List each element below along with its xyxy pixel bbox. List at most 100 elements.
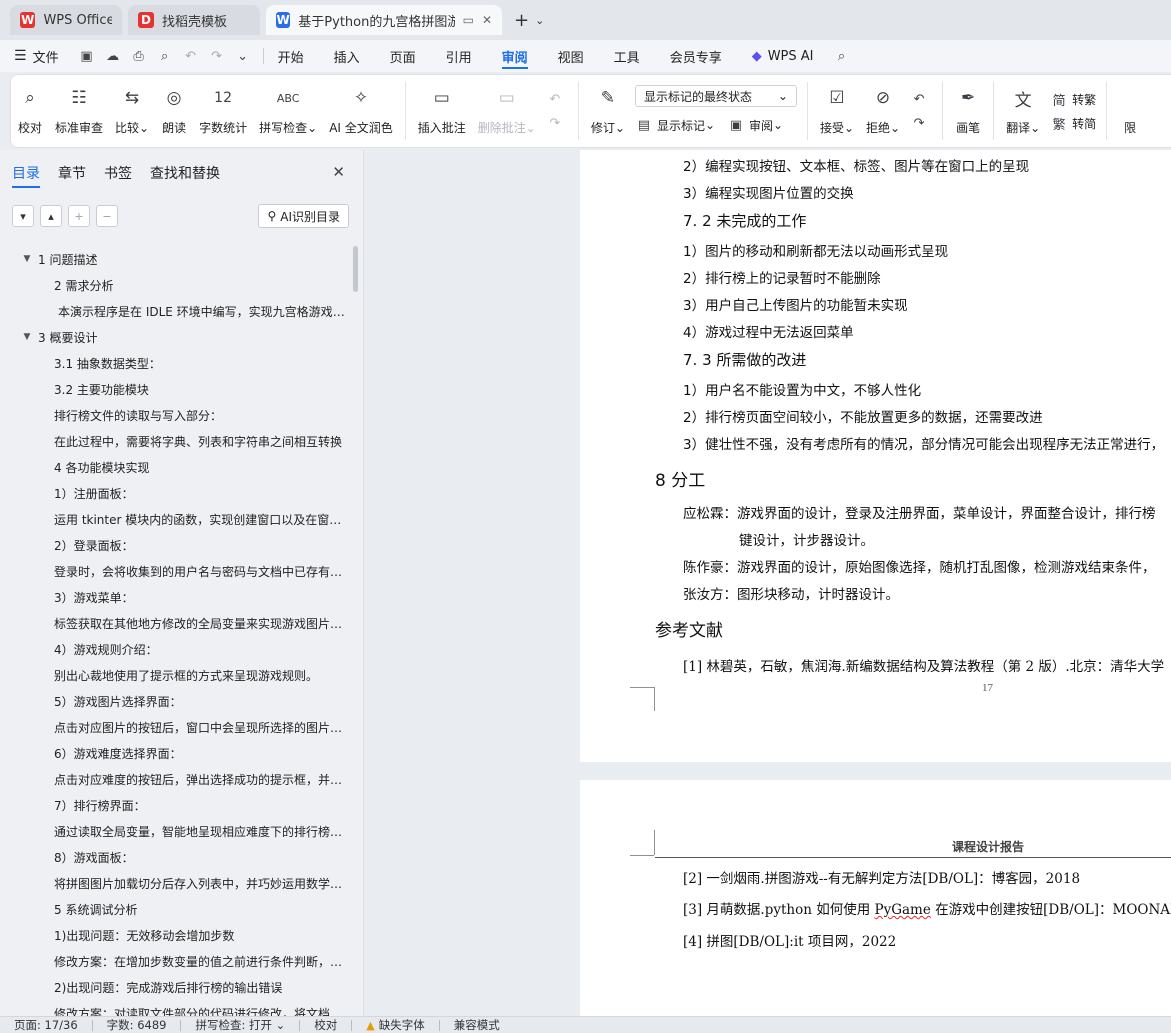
show-markup-button[interactable]: ▤ 显示标记 ⌄ <box>635 113 715 137</box>
toc-item[interactable]: 3.2 主要功能模块 <box>0 376 352 402</box>
tab-toc[interactable]: 目录 <box>12 150 40 196</box>
caret-down-icon[interactable]: ▼ <box>20 332 34 342</box>
close-icon[interactable]: ✕ <box>332 163 345 181</box>
toc-item[interactable]: 4 各功能模块实现 <box>0 454 352 480</box>
restrict-button[interactable]: 限 <box>1113 79 1149 143</box>
read-aloud-button[interactable]: ◎ 朗读 <box>155 79 193 143</box>
toc-item[interactable]: ▼ 3 概要设计 <box>0 324 352 350</box>
menu-view[interactable]: 视图 <box>558 40 584 72</box>
previous-revision-icon[interactable]: ↶ <box>910 87 932 111</box>
toc-item[interactable]: 通过读取全局变量，智能地呈现相应难度下的排行榜信息 <box>0 818 352 844</box>
toc-item[interactable]: 5）游戏图片选择界面： <box>0 688 352 714</box>
document-page[interactable]: 2）编程实现按钮、文本框、标签、图片等在窗口上的呈现 3）编程实现图片位置的交换… <box>580 150 1171 762</box>
search-icon[interactable]: ⌕ <box>832 46 852 66</box>
insert-comment-button[interactable]: ▭ 插入批注 <box>412 79 472 143</box>
scrollbar-thumb[interactable] <box>353 246 358 292</box>
toc-item[interactable]: 3）游戏菜单： <box>0 584 352 610</box>
menu-review[interactable]: 审阅 <box>501 40 528 72</box>
close-tab-icon[interactable]: ✕ <box>482 13 492 27</box>
toc-item[interactable]: 在此过程中，需要将字典、列表和字符串之间相互转换 <box>0 428 352 454</box>
remove-icon[interactable]: − <box>96 205 118 227</box>
word-count-button[interactable]: 12 字数统计 <box>193 79 253 143</box>
toc-item[interactable]: 登录时，会将收集到的用户名与密码与文档中已存有的信息比对 <box>0 558 352 584</box>
menu-member[interactable]: 会员专享 <box>670 40 722 72</box>
new-tab-icon[interactable]: + <box>514 10 529 31</box>
menu-page[interactable]: 页面 <box>390 40 416 72</box>
caret-down-icon[interactable]: ▼ <box>20 254 34 264</box>
cloud-icon[interactable]: ☁ <box>103 46 123 66</box>
print-preview-icon[interactable]: ⌕ <box>155 46 175 66</box>
toc-item[interactable]: 修改方案：在增加步数变量的值之前进行条件判断，避免无效移动 <box>0 948 352 974</box>
toc-item[interactable]: 2)出现问题：完成游戏后排行榜的输出错误 <box>0 974 352 1000</box>
toc-scrollbar[interactable] <box>353 246 359 1016</box>
toc-item[interactable]: 6）游戏难度选择界面： <box>0 740 352 766</box>
review-pane-button[interactable]: ▣ 审阅 ⌄ <box>727 113 783 137</box>
toc-item[interactable]: 1）注册面板： <box>0 480 352 506</box>
next-comment-icon[interactable]: ↷ <box>546 111 568 135</box>
proof-indicator[interactable]: 校对 <box>314 1017 337 1033</box>
tab-chapters[interactable]: 章节 <box>58 150 86 196</box>
toc-item[interactable]: 8）游戏面板： <box>0 844 352 870</box>
markup-state-select[interactable]: 显示标记的最终状态 ⌄ <box>634 85 797 107</box>
tab-wps-office[interactable]: W WPS Office <box>10 5 122 35</box>
toc-item[interactable]: 1)出现问题：无效移动会增加步数 <box>0 922 352 948</box>
chevron-down-icon[interactable]: ⌄ <box>535 14 544 27</box>
chevron-down-icon[interactable]: ⌄ <box>233 46 253 66</box>
toc-item[interactable]: ▼ 1 问题描述 <box>0 246 352 272</box>
standard-review-button[interactable]: ☷ 标准审查 <box>49 79 109 143</box>
ai-toc-button[interactable]: ⚲ AI识别目录 <box>258 204 349 228</box>
toc-item[interactable]: 2 需求分析 <box>0 272 352 298</box>
to-traditional-button[interactable]: 简 转繁 <box>1050 87 1097 111</box>
next-revision-icon[interactable]: ↷ <box>910 111 932 135</box>
toc-item[interactable]: 3.1 抽象数据类型： <box>0 350 352 376</box>
toc-item[interactable]: 点击对应难度的按钮后，弹出选择成功的提示框，并设置难度 <box>0 766 352 792</box>
undo-icon[interactable]: ↶ <box>181 46 201 66</box>
delete-comment-button[interactable]: ▭ 删除批注⌄ <box>472 79 542 143</box>
chevron-up-icon[interactable]: ▴ <box>40 205 62 227</box>
menu-insert[interactable]: 插入 <box>334 40 360 72</box>
chevron-down-icon[interactable]: ▾ <box>12 205 34 227</box>
toc-item[interactable]: 点击对应图片的按钮后，窗口中会呈现所选择的图片样式 <box>0 714 352 740</box>
toc-item[interactable]: 7）排行榜界面： <box>0 792 352 818</box>
spell-check-button[interactable]: ABC 拼写检查⌄ <box>253 79 323 143</box>
menu-tools[interactable]: 工具 <box>614 40 640 72</box>
monitor-icon[interactable]: ▭ <box>463 13 474 27</box>
file-menu[interactable]: ☰ 文件 <box>14 47 59 66</box>
toc-item[interactable]: 将拼图图片加载切分后存入列表中，并巧妙运用数学方法打乱 <box>0 870 352 896</box>
toc-item[interactable]: 运用 tkinter 模块内的函数，实现创建窗口以及在窗口上布局 <box>0 506 352 532</box>
toc-item[interactable]: 2）登录面板： <box>0 532 352 558</box>
accept-button[interactable]: ☑ 接受⌄ <box>814 79 860 143</box>
proofread-button[interactable]: ⌕ 校对 <box>11 79 49 143</box>
add-icon[interactable]: + <box>68 205 90 227</box>
pen-button[interactable]: ✒ 画笔 <box>949 79 987 143</box>
toc-item[interactable]: 本演示程序是在 IDLE 环境中编写，实现九宫格游戏的基本功能 <box>0 298 352 324</box>
spell-check-indicator[interactable]: 拼写检查: 打开 ⌄ <box>195 1017 285 1033</box>
menu-start[interactable]: 开始 <box>278 40 304 72</box>
revise-button[interactable]: ✎ 修订⌄ <box>585 79 631 143</box>
translate-button[interactable]: 文 翻译⌄ <box>1000 79 1046 143</box>
menu-reference[interactable]: 引用 <box>446 40 472 72</box>
print-icon[interactable]: ⎙ <box>129 46 149 66</box>
word-count-indicator[interactable]: 字数: 6489 <box>107 1017 167 1033</box>
tab-template[interactable]: D 找稻壳模板 <box>128 5 260 35</box>
previous-comment-icon[interactable]: ↶ <box>546 87 568 111</box>
tab-document[interactable]: W 基于Python的九宫格拼图游戏 ▭ ✕ <box>266 5 502 35</box>
toc-item[interactable]: 排行榜文件的读取与写入部分： <box>0 402 352 428</box>
redo-icon[interactable]: ↷ <box>207 46 227 66</box>
toc-item[interactable]: 标签获取在其他地方修改的全局变量来实现游戏图片的切换 <box>0 610 352 636</box>
document-area[interactable]: 2）编程实现按钮、文本框、标签、图片等在窗口上的呈现 3）编程实现图片位置的交换… <box>365 150 1171 1016</box>
save-icon[interactable]: ▣ <box>77 46 97 66</box>
toc-item[interactable]: 5 系统调试分析 <box>0 896 352 922</box>
toc-item[interactable]: 别出心裁地使用了提示框的方式来呈现游戏规则。 <box>0 662 352 688</box>
toc-item[interactable]: 修改方案：对读取文件部分的代码进行修改，将文档 <box>0 1000 352 1017</box>
toc-item[interactable]: 4）游戏规则介绍： <box>0 636 352 662</box>
tab-find-replace[interactable]: 查找和替换 <box>150 150 220 196</box>
document-page[interactable]: 课程设计报告 [2] 一剑烟雨.拼图游戏--有无解判定方法[DB/OL]：博客园… <box>580 780 1171 1016</box>
missing-font-indicator[interactable]: ▲ 缺失字体 <box>366 1017 424 1033</box>
compare-button[interactable]: ⇆ 比较⌄ <box>109 79 155 143</box>
page-indicator[interactable]: 页面: 17/36 <box>14 1017 78 1033</box>
menu-wps-ai[interactable]: ◆ WPS AI <box>752 40 814 72</box>
reject-button[interactable]: ⊘ 拒绝⌄ <box>860 79 906 143</box>
ai-polish-button[interactable]: ✧ AI 全文润色 <box>323 79 399 143</box>
to-simplified-button[interactable]: 繁 转简 <box>1050 111 1097 135</box>
